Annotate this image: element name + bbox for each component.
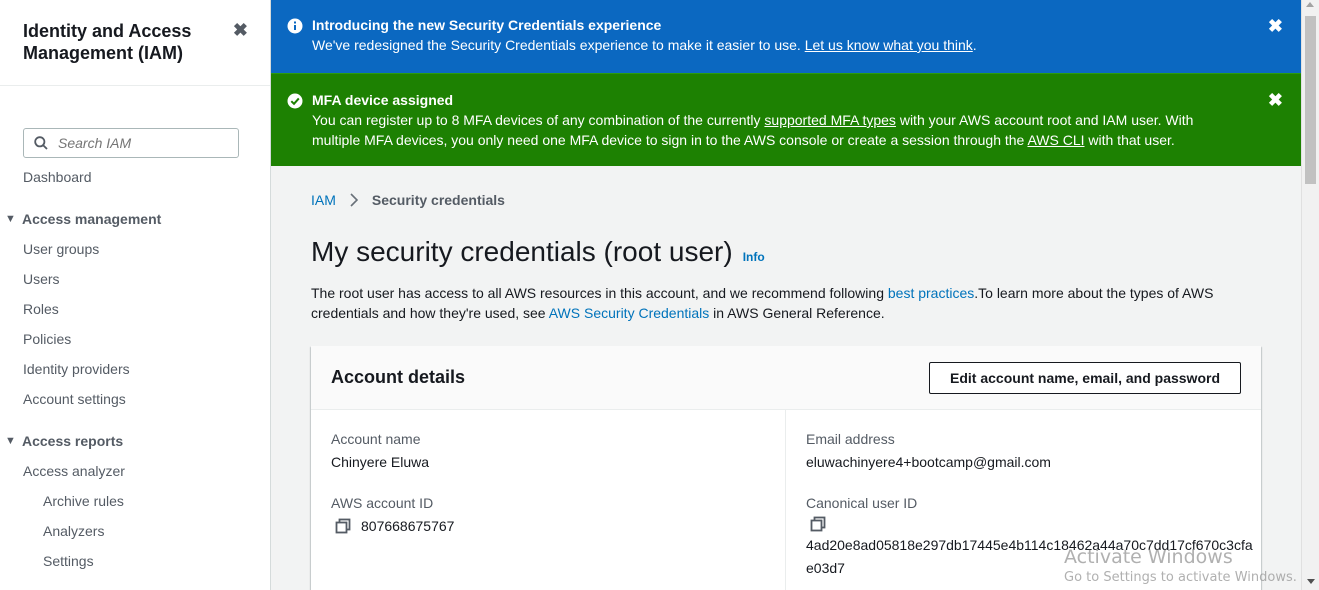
- breadcrumb-current: Security credentials: [371, 192, 505, 208]
- windows-activation-watermark: Activate Windows Go to Settings to activ…: [1064, 546, 1297, 588]
- supported-mfa-link[interactable]: supported MFA types: [764, 112, 896, 128]
- page-content: IAM Security credentials My security cre…: [311, 166, 1261, 590]
- account-id-field: AWS account ID 807668675767: [331, 494, 765, 536]
- aws-security-credentials-link[interactable]: AWS Security Credentials: [549, 305, 710, 321]
- page-header: My security credentials (root user) Info: [311, 235, 1261, 269]
- account-id-value: 807668675767: [361, 518, 455, 534]
- breadcrumb: IAM Security credentials: [311, 190, 1261, 210]
- chevron-right-icon: [350, 193, 358, 207]
- card-title: Account details: [331, 367, 466, 387]
- sidebar: Identity and Access Management (IAM) ✖ D…: [0, 0, 271, 590]
- info-icon: [287, 18, 303, 34]
- flash-title: Introducing the new Security Credentials…: [312, 17, 662, 33]
- search-input[interactable]: [58, 135, 218, 151]
- sidebar-item-identity-providers[interactable]: Identity providers: [0, 354, 270, 384]
- copy-icon[interactable]: [810, 516, 826, 532]
- sidebar-nav: Dashboard ▼ Access management User group…: [0, 162, 270, 576]
- edit-account-button[interactable]: Edit account name, email, and password: [929, 361, 1241, 394]
- main-content: Introducing the new Security Credentials…: [271, 0, 1301, 590]
- email-value: eluwachinyere4+bootcamp@gmail.com: [806, 454, 1051, 470]
- info-link[interactable]: Info: [743, 250, 765, 264]
- sidebar-item-policies[interactable]: Policies: [0, 324, 270, 354]
- watermark-line2: Go to Settings to activate Windows.: [1064, 570, 1297, 585]
- account-name-field: Account name Chinyere Eluwa: [331, 430, 765, 472]
- search-icon: [34, 136, 48, 150]
- copy-icon[interactable]: [335, 518, 351, 534]
- aws-cli-link[interactable]: AWS CLI: [1027, 132, 1084, 148]
- scroll-thumb[interactable]: [1305, 16, 1316, 184]
- email-label: Email address: [806, 431, 895, 447]
- close-icon[interactable]: ✖: [233, 20, 248, 40]
- caret-down-icon: ▼: [5, 435, 16, 447]
- dismiss-icon[interactable]: ✖: [1268, 16, 1283, 36]
- sidebar-title[interactable]: Identity and Access Management (IAM): [23, 20, 223, 64]
- sidebar-item-account-settings[interactable]: Account settings: [0, 384, 270, 414]
- sidebar-item-access-analyzer[interactable]: Access analyzer: [0, 456, 270, 486]
- flash-message: We've redesigned the Security Credential…: [312, 37, 977, 53]
- account-id-label: AWS account ID: [331, 495, 434, 511]
- section-access-reports[interactable]: ▼ Access reports: [0, 426, 270, 456]
- account-name-label: Account name: [331, 431, 421, 447]
- canonical-id-label: Canonical user ID: [806, 495, 918, 511]
- info-flashbar: Introducing the new Security Credentials…: [271, 0, 1301, 73]
- sidebar-item-roles[interactable]: Roles: [0, 294, 270, 324]
- best-practices-link[interactable]: best practices: [888, 285, 974, 301]
- dismiss-icon[interactable]: ✖: [1268, 90, 1283, 110]
- card-header: Account details Edit account name, email…: [311, 346, 1261, 410]
- watermark-line1: Activate Windows: [1064, 546, 1233, 568]
- breadcrumb-iam[interactable]: IAM: [311, 192, 336, 208]
- section-title: Access reports: [22, 433, 124, 449]
- scroll-down-arrow-icon[interactable]: [1307, 579, 1315, 584]
- sidebar-item-analyzers[interactable]: Analyzers: [0, 516, 270, 546]
- email-field: Email address eluwachinyere4+bootcamp@gm…: [806, 430, 1239, 472]
- vertical-scrollbar[interactable]: [1301, 0, 1319, 590]
- sidebar-header: Identity and Access Management (IAM) ✖: [0, 0, 270, 86]
- page-description: The root user has access to all AWS reso…: [311, 285, 1214, 321]
- page-title: My security credentials (root user): [311, 236, 733, 267]
- sidebar-item-archive-rules[interactable]: Archive rules: [0, 486, 270, 516]
- left-column: Account name Chinyere Eluwa AWS account …: [311, 410, 785, 536]
- sidebar-item-dashboard[interactable]: Dashboard: [0, 162, 270, 192]
- success-flashbar: MFA device assigned You can register up …: [271, 73, 1301, 166]
- sidebar-item-settings[interactable]: Settings: [0, 546, 270, 576]
- search-box[interactable]: [23, 128, 239, 158]
- sidebar-item-user-groups[interactable]: User groups: [0, 234, 270, 264]
- scroll-up-arrow-icon[interactable]: [1306, 2, 1314, 7]
- sidebar-item-users[interactable]: Users: [0, 264, 270, 294]
- flash-message: You can register up to 8 MFA devices of …: [312, 112, 1194, 148]
- caret-down-icon: ▼: [5, 213, 16, 225]
- section-title: Access management: [22, 211, 162, 227]
- section-access-management[interactable]: ▼ Access management: [0, 204, 270, 234]
- feedback-link[interactable]: Let us know what you think: [805, 37, 973, 53]
- account-name-value: Chinyere Eluwa: [331, 454, 430, 470]
- flash-title: MFA device assigned: [312, 92, 454, 108]
- check-circle-icon: [287, 93, 303, 109]
